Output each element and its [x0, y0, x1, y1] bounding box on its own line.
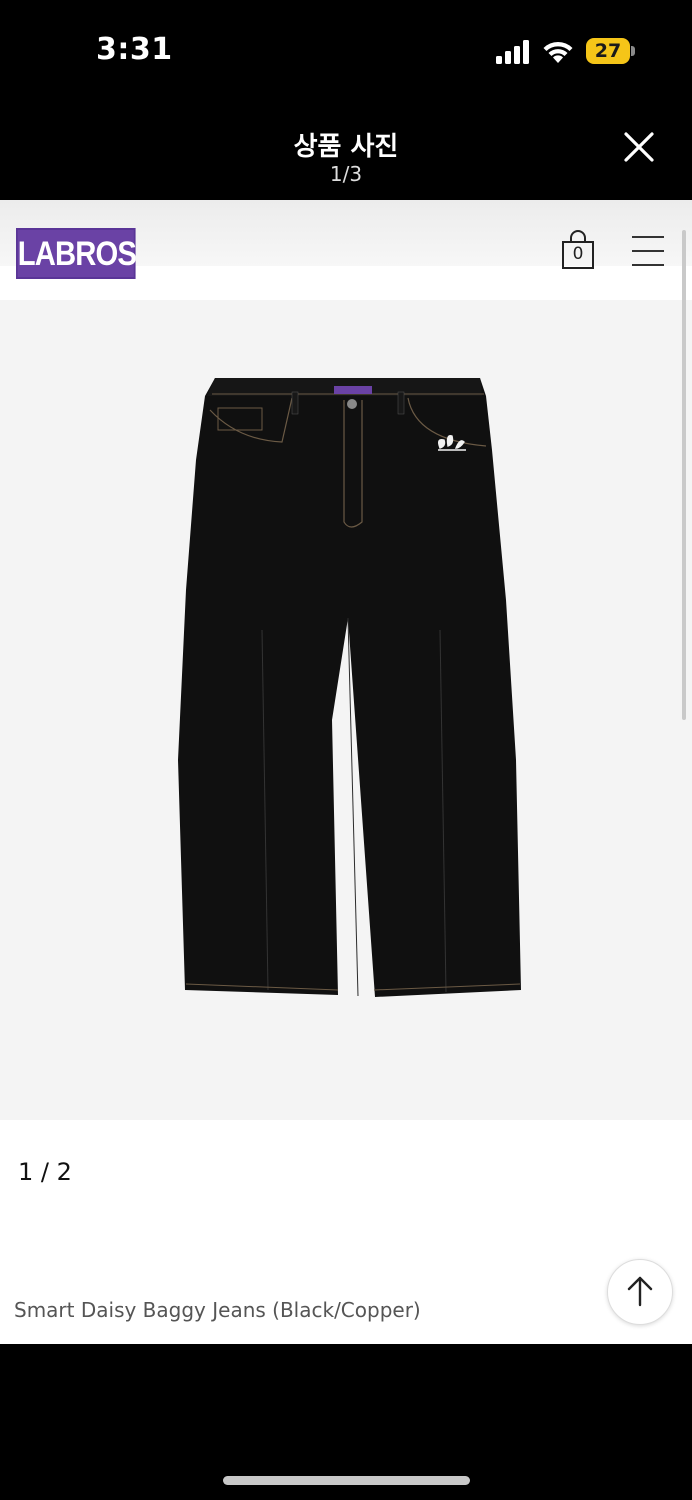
- cart-button[interactable]: 0: [560, 230, 596, 270]
- image-counter: 1 / 2: [18, 1158, 72, 1186]
- cellular-signal-icon: [496, 40, 529, 64]
- hamburger-menu-icon[interactable]: [632, 234, 664, 268]
- cart-count: 0: [572, 244, 584, 264]
- viewer-title: 상품 사진: [293, 132, 399, 162]
- brand-logo[interactable]: LABROS: [16, 228, 137, 279]
- battery-icon: 27: [586, 38, 636, 66]
- jeans-photo: [178, 378, 521, 997]
- page-scrollbar[interactable]: [682, 230, 686, 720]
- scroll-to-top-button[interactable]: [607, 1259, 673, 1325]
- status-bar: 3:31 27: [0, 0, 692, 100]
- product-name[interactable]: Smart Daisy Baggy Jeans (Black/Copper): [14, 1298, 421, 1322]
- product-page-screenshot: LABROS 0 1 / 2 Smart Daisy Baggy Jeans (…: [0, 200, 692, 1344]
- wifi-icon: [543, 41, 573, 63]
- viewer-photo-counter: 1/3: [329, 162, 363, 186]
- battery-level: 27: [594, 40, 622, 62]
- site-header: LABROS 0: [0, 200, 692, 300]
- product-image[interactable]: [0, 300, 692, 1120]
- arrow-up-icon: [627, 1276, 653, 1307]
- photo-viewer-header: 상품 사진 1/3: [0, 100, 692, 200]
- home-indicator[interactable]: [223, 1476, 470, 1485]
- status-time: 3:31: [96, 32, 173, 67]
- close-icon[interactable]: [618, 126, 660, 168]
